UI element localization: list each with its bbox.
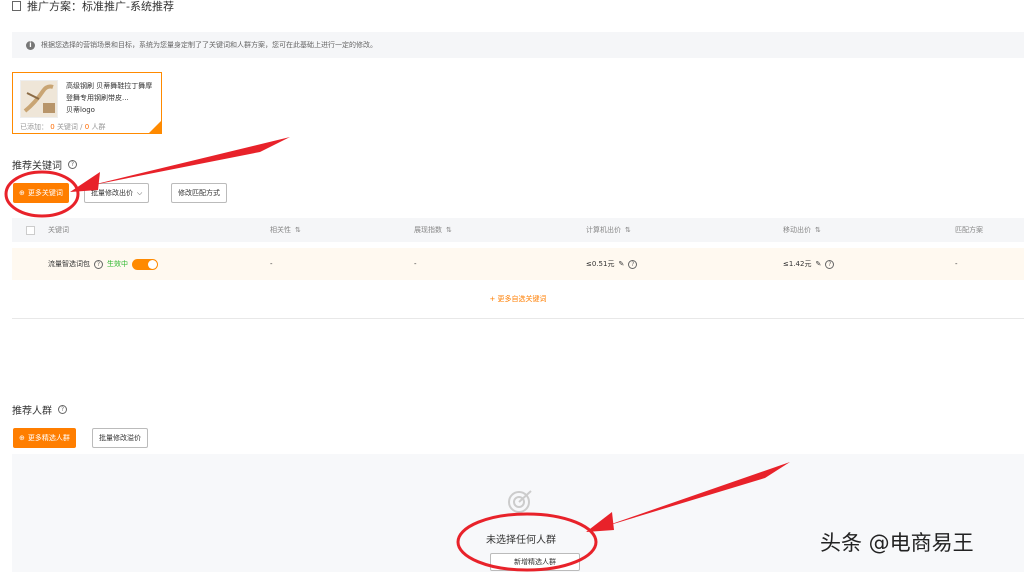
annotation-arrowhead-keywords (70, 172, 100, 192)
annotation-arrowhead-crowd (586, 512, 614, 532)
watermark: 头条 @电商易王 (820, 531, 974, 555)
annotation-arrow-keywords (88, 137, 290, 186)
annotation-overlay (4, 137, 790, 572)
annotation-circle-crowd (456, 512, 598, 572)
annotation-circle-keywords (4, 170, 80, 218)
annotation-arrow-crowd (600, 462, 790, 528)
